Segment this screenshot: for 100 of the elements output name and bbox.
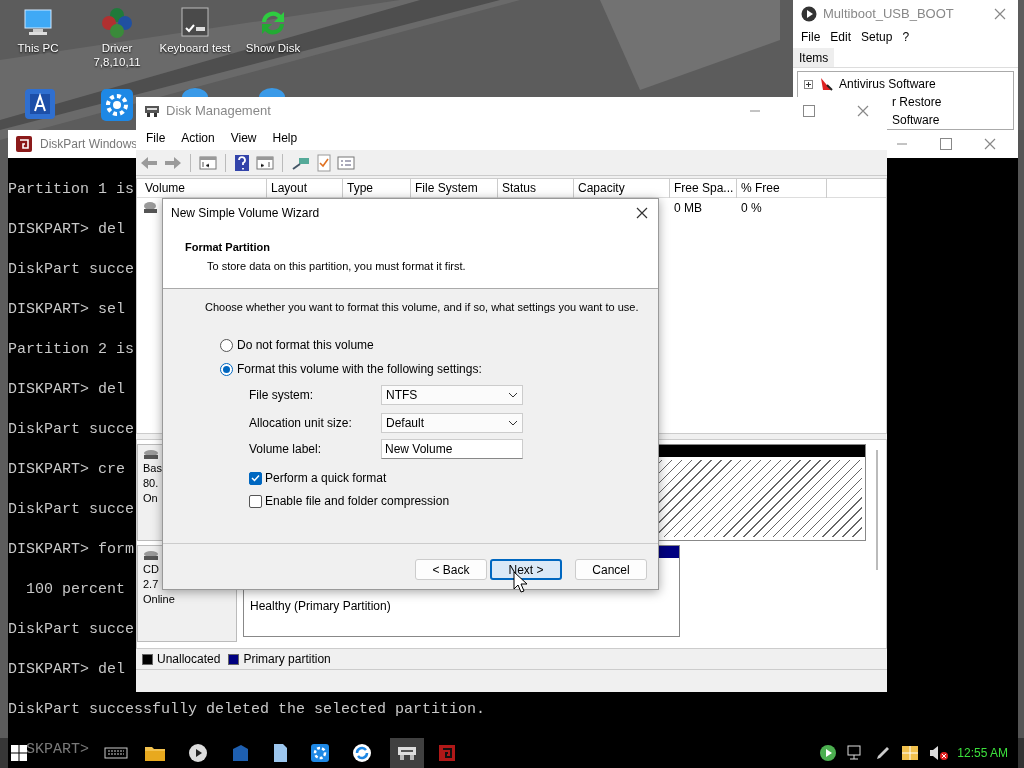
tab[interactable]: Items	[793, 48, 835, 67]
column-header[interactable]: Free Spa...	[670, 179, 737, 198]
menu-item[interactable]: File	[801, 27, 821, 46]
field-label: Allocation unit size:	[249, 415, 353, 432]
app-icon[interactable]	[24, 88, 56, 120]
muted-speaker-icon[interactable]	[929, 745, 950, 761]
play-icon[interactable]	[188, 743, 208, 763]
menu-item[interactable]: Edit	[830, 27, 852, 46]
disk-info: On	[143, 491, 158, 506]
help-icon[interactable]	[234, 153, 250, 172]
window-icon[interactable]	[901, 745, 920, 761]
console-line: DISKPART> form	[8, 540, 135, 560]
maximize-icon[interactable]	[803, 105, 815, 117]
panel-icon[interactable]	[256, 154, 274, 171]
disk-info: Bas	[143, 461, 162, 476]
partition-status: Healthy (Primary Partition)	[250, 598, 392, 615]
console-line: DiskPart succe	[8, 620, 135, 640]
clock-text: 12:55 AM	[957, 745, 1008, 762]
dropdown[interactable]: NTFS	[381, 385, 523, 405]
legend-label: Primary partition	[243, 651, 331, 668]
monitor-icon[interactable]	[21, 6, 55, 38]
close-icon[interactable]	[636, 207, 648, 219]
console-line: DiskPart succe	[8, 260, 135, 280]
field-label: File system:	[249, 387, 314, 404]
console-icon[interactable]	[438, 744, 456, 762]
dialog-button[interactable]: Next >	[490, 559, 562, 580]
document-icon[interactable]	[272, 743, 288, 763]
checkmark-icon	[251, 474, 260, 482]
icon-label: Keyboard test	[159, 41, 231, 55]
console-line: SKPART>	[26, 740, 89, 760]
console-line: 100 percent	[25, 580, 126, 600]
checkbox-label: Enable file and folder compression	[265, 493, 450, 510]
option-label: Format this volume with the following settings:	[237, 361, 482, 378]
disk-icon	[143, 449, 159, 461]
dialog-button[interactable]: Cancel	[575, 559, 647, 580]
menu-item[interactable]: ?	[902, 27, 910, 46]
keyboard-icon[interactable]	[104, 746, 128, 760]
disk-drive-icon	[144, 104, 160, 118]
field-label: Volume label:	[249, 441, 323, 458]
pen-icon[interactable]	[875, 745, 892, 761]
panel-icon[interactable]	[199, 154, 217, 171]
console-line: Partition 2 is	[8, 340, 135, 360]
legend-label: Unallocated	[157, 651, 221, 668]
icon-label: Show Disk	[245, 41, 301, 55]
dropdown[interactable]: Default	[381, 413, 523, 433]
column-header[interactable]: % Free	[737, 179, 827, 198]
tree-item[interactable]: Software	[892, 111, 940, 129]
icon-label: Driver 7,8,10,11	[92, 41, 142, 69]
console-line: DiskPart succe	[8, 500, 135, 520]
checkbox[interactable]	[249, 494, 262, 508]
disk-info: 2.7	[143, 577, 159, 592]
keyboard-test-icon[interactable]	[178, 6, 212, 38]
chevron-down-icon[interactable]	[508, 392, 518, 398]
disk-info: Online	[143, 592, 175, 607]
menu-item[interactable]: Help	[272, 128, 298, 147]
instruction-text: Choose whether you want to format this volume, and if so, what settings you want to use.	[204, 300, 640, 315]
play-icon	[801, 5, 817, 22]
gear-icon[interactable]	[100, 88, 134, 122]
chevron-down-icon[interactable]	[508, 420, 518, 426]
expand-icon[interactable]	[804, 79, 813, 89]
tree-item[interactable]: Antivirus Software	[839, 75, 936, 93]
taskbar-button[interactable]	[390, 738, 424, 768]
checkbox-label: Perform a quick format	[265, 470, 387, 487]
disk-info: CD	[143, 562, 159, 577]
console-line: DISKPART> cre	[8, 460, 126, 480]
drive-icon	[143, 200, 159, 215]
window-title: Disk Management	[166, 102, 272, 121]
console-line: DISKPART> del	[8, 660, 126, 680]
disk-info: 80.	[143, 476, 159, 491]
window-title: DiskPart Windows	[40, 136, 138, 153]
refresh-icon[interactable]	[352, 743, 372, 763]
menu-item[interactable]: View	[230, 128, 257, 147]
dialog-button[interactable]: < Back	[415, 559, 487, 580]
window-title: Multiboot_USB_BOOT	[823, 5, 955, 24]
disk-icon	[143, 550, 159, 562]
console-icon	[16, 136, 32, 152]
gear-icon[interactable]	[310, 743, 330, 763]
menu-item[interactable]: Setup	[861, 27, 893, 46]
start-icon[interactable]	[10, 744, 28, 762]
folder-icon[interactable]	[144, 744, 166, 762]
console-line: DiskPart successfully deleted the selected partition.	[8, 700, 486, 720]
maximize-icon[interactable]	[940, 138, 952, 150]
tree-item[interactable]: r Restore	[892, 93, 942, 111]
radio-button[interactable]	[220, 338, 233, 352]
option-label: Do not format this volume	[237, 337, 374, 354]
checkbox[interactable]	[249, 471, 262, 485]
input-field[interactable]: New Volume	[381, 439, 523, 459]
radio-button[interactable]	[220, 362, 233, 376]
dialog-subheading: To store data on this partition, you must format it first.	[206, 258, 467, 274]
menu-item[interactable]: Action	[181, 128, 215, 147]
table-cell-text: 0 MB	[673, 199, 703, 217]
disk-drive-icon	[397, 745, 417, 761]
dialog-title: New Simple Volume Wizard	[171, 205, 321, 222]
table-cell-text: 0 %	[740, 199, 763, 217]
console-line: DISKPART> del	[8, 380, 126, 400]
console-line: DISKPART> sel	[8, 300, 126, 320]
play-icon[interactable]	[819, 744, 838, 762]
menu-item[interactable]: File	[146, 128, 166, 147]
shield-icon	[819, 77, 833, 91]
checklist-icon[interactable]	[317, 153, 331, 172]
